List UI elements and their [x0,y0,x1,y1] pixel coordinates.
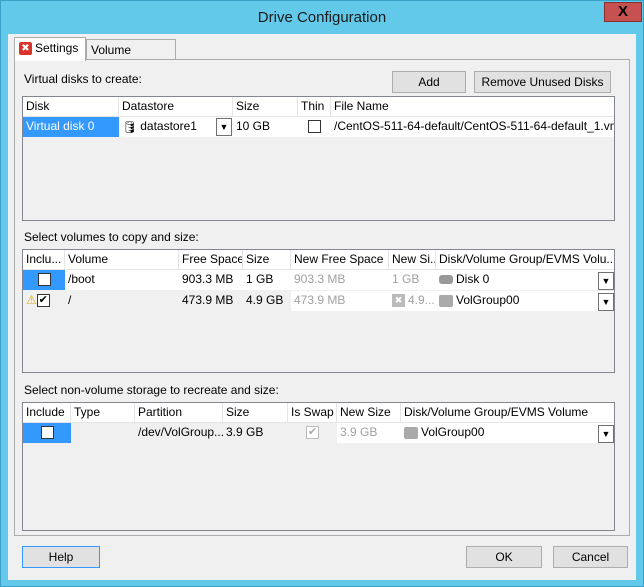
volumes-table: Inclu... Volume Free Space Size New Free… [22,249,615,373]
new-size-cell[interactable]: 3.9 GB [337,423,401,443]
partition-cell: /dev/VolGroup... [135,423,223,443]
virtual-disks-table: Disk Datastore Size Thin File Name Virtu… [22,96,615,221]
disk-cell[interactable]: Virtual disk 0 [23,117,119,137]
volume-group-icon [439,294,453,307]
include-checkbox[interactable]: ✔ [37,273,51,287]
target-dropdown[interactable]: ▼ [598,293,614,311]
volumes-label: Select volumes to copy and size: [24,230,199,244]
tab-volume-groups[interactable]: Volume Groups [86,39,176,71]
warning-icon: ⚠ [26,293,37,307]
error-icon: ✖ [19,42,32,56]
table-row[interactable]: ✔ /boot 903.3 MB 1 GB 903.3 MB 1 GB Disk… [23,270,614,290]
size-cell: 1 GB [243,270,291,290]
tab-label: Settings [35,41,79,55]
file-name-cell[interactable]: /CentOS-511-64-default/CentOS-511-64-def… [331,117,614,137]
col-disk[interactable]: Disk [23,97,119,117]
col-size[interactable]: Size [223,403,288,423]
col-new-size[interactable]: New Size [337,403,401,423]
ok-button[interactable]: OK [466,546,542,568]
col-include[interactable]: Inclu... [23,250,65,270]
col-size[interactable]: Size [233,97,298,117]
target-value: VolGroup00 [456,293,520,307]
size-cell: 3.9 GB [223,423,288,443]
new-free-space-cell: 903.3 MB [291,270,389,290]
nonvolume-table: Include Type Partition Size Is Swap New … [22,402,615,531]
target-value: VolGroup00 [421,425,485,439]
target-cell[interactable]: Disk 0 [436,270,614,290]
cancel-button[interactable]: Cancel [553,546,628,568]
datastore-dropdown[interactable]: ▼ [216,118,232,136]
col-thin[interactable]: Thin [298,97,331,117]
size-cell: 4.9 GB [243,291,291,311]
new-size-cell[interactable]: 1 GB [389,270,436,290]
col-size[interactable]: Size [243,250,291,270]
database-icon: 🛢 [122,119,138,134]
table-row[interactable]: ⚠ ✔ / 473.9 MB 4.9 GB 473.9 MB ✖ 4.9... Vo… [23,291,614,311]
add-button[interactable]: Add [392,71,466,93]
size-cell[interactable]: 10 GB [233,117,298,137]
table-row[interactable]: Virtual disk 0 🛢 datastore1 ▼ 10 GB /Cent… [23,117,614,137]
is-swap-cell: ✔ [288,423,337,443]
col-volume[interactable]: Volume [65,250,179,270]
new-size-value: 4.9... [408,293,435,307]
close-button[interactable]: X [604,2,642,22]
window-title: Drive Configuration [257,9,387,26]
new-size-cell[interactable]: ✖ 4.9... [389,291,436,311]
table-row[interactable]: ✔ /dev/VolGroup... 3.9 GB ✔ 3.9 GB VolGr… [23,423,614,443]
is-swap-checkbox: ✔ [306,426,319,440]
table-header: Inclu... Volume Free Space Size New Free… [23,250,614,270]
target-dropdown[interactable]: ▼ [598,272,614,290]
col-partition[interactable]: Partition [135,403,223,423]
col-include[interactable]: Include [23,403,71,423]
include-cell[interactable]: ✔ [23,270,65,290]
include-checkbox[interactable]: ✔ [36,294,50,308]
datastore-value: datastore1 [140,119,197,133]
new-free-space-cell: 473.9 MB [291,291,389,311]
col-new-free-space[interactable]: New Free Space [291,250,389,270]
type-cell [71,423,135,443]
target-value: Disk 0 [456,272,490,286]
table-header: Include Type Partition Size Is Swap New … [23,403,614,423]
col-target[interactable]: Disk/Volume Group/EVMS Volu... [436,250,614,270]
col-free-space[interactable]: Free Space [179,250,243,270]
thin-cell[interactable] [298,117,331,137]
remove-unused-disks-button[interactable]: Remove Unused Disks [474,71,611,93]
volume-cell[interactable]: / [65,291,179,311]
free-space-cell: 903.3 MB [179,270,243,290]
thin-checkbox[interactable] [308,120,321,134]
include-checkbox[interactable]: ✔ [40,426,54,440]
col-datastore[interactable]: Datastore [119,97,233,117]
col-type[interactable]: Type [71,403,135,423]
include-cell[interactable]: ⚠ ✔ [23,291,65,311]
disk-icon [439,275,453,285]
nonvolume-label: Select non-volume storage to recreate an… [24,383,279,397]
virtual-disks-label: Virtual disks to create: [24,72,142,86]
col-target[interactable]: Disk/Volume Group/EVMS Volume [401,403,614,423]
help-button[interactable]: Help [22,546,100,568]
tab-settings[interactable]: ✖ Settings [14,37,86,61]
target-cell[interactable]: VolGroup00 [436,291,614,311]
free-space-cell: 473.9 MB [179,291,243,311]
col-new-size[interactable]: New Si... [389,250,436,270]
col-file-name[interactable]: File Name [331,97,614,117]
error-icon: ✖ [392,294,405,308]
volume-cell[interactable]: /boot [65,270,179,290]
target-dropdown[interactable]: ▼ [598,425,614,443]
include-cell[interactable]: ✔ [23,423,71,443]
col-is-swap[interactable]: Is Swap [288,403,337,423]
volume-group-icon [404,426,418,439]
target-cell[interactable]: VolGroup00 [401,423,614,443]
table-header: Disk Datastore Size Thin File Name [23,97,614,117]
